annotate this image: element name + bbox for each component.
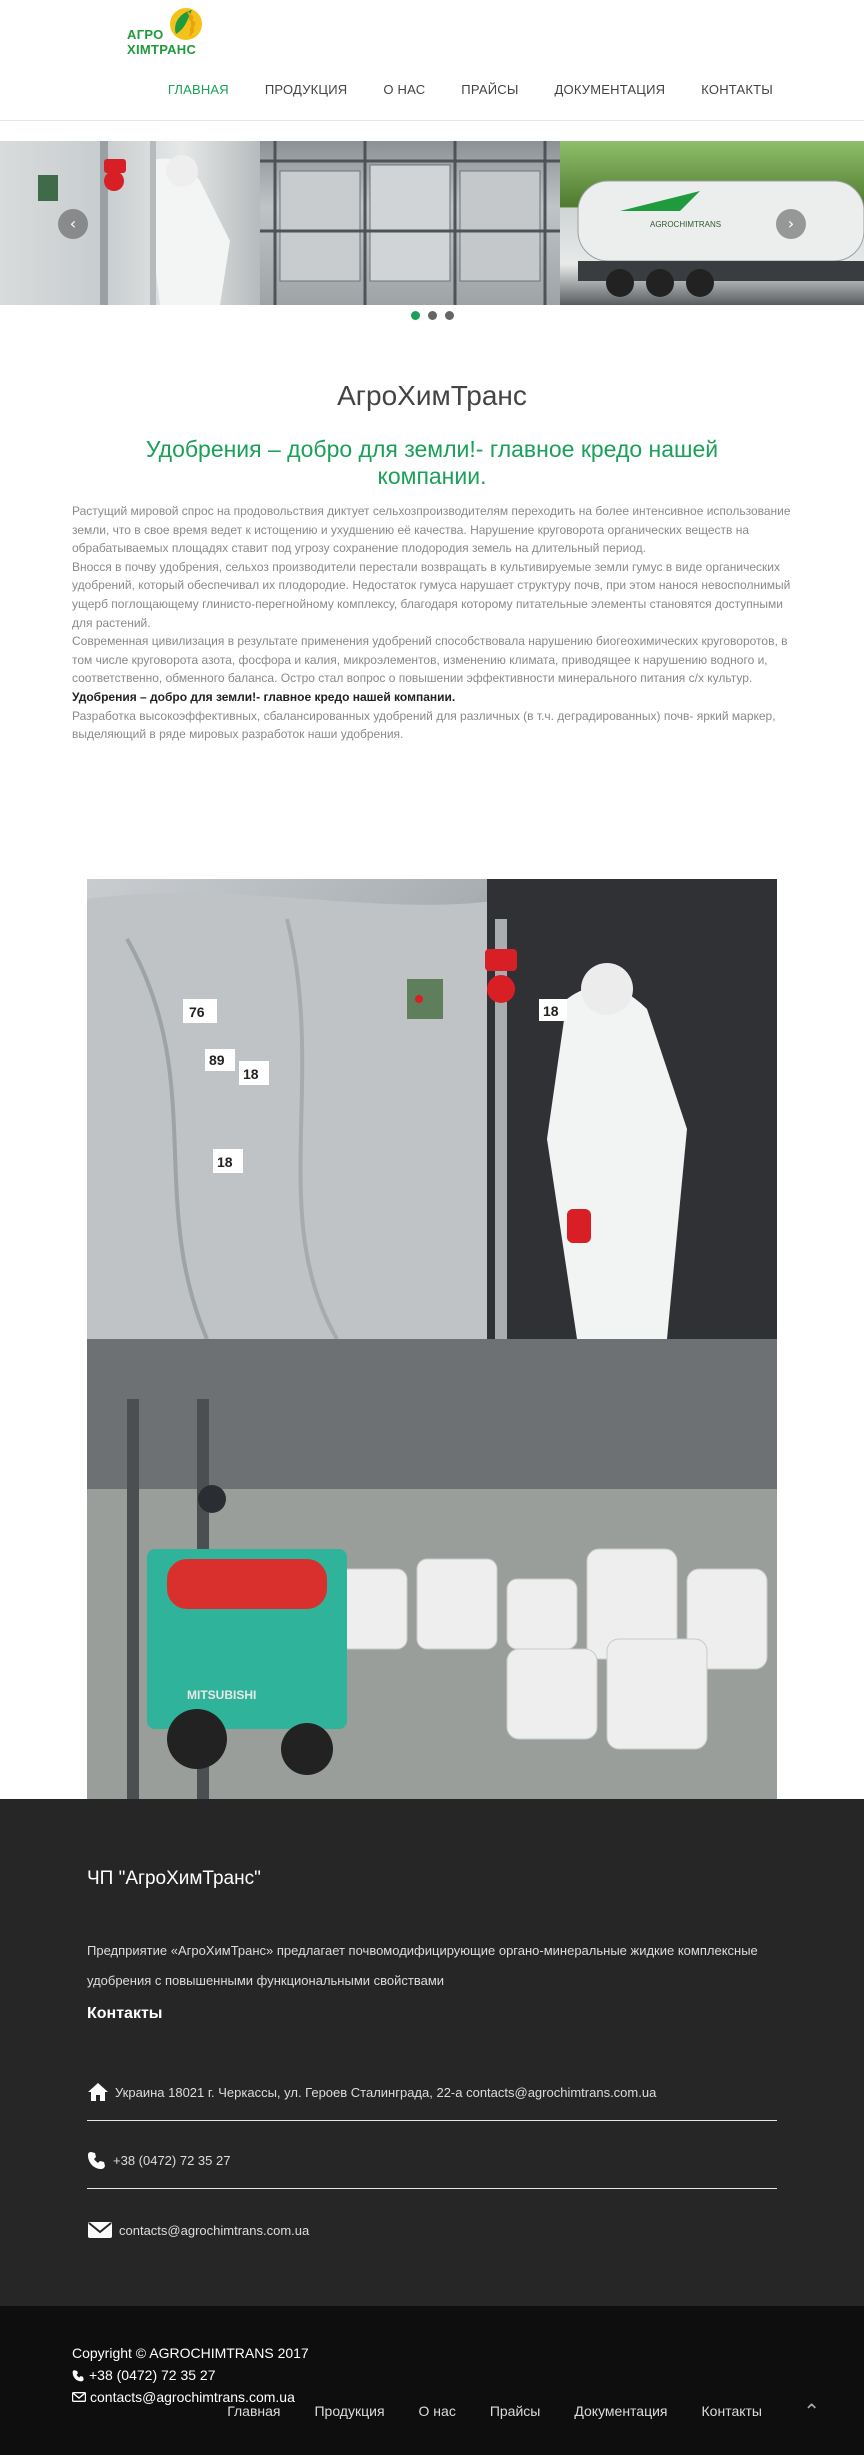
footer-phone[interactable]: +38 (0472) 72 35 27 bbox=[113, 2153, 230, 2168]
tanks-illustration bbox=[260, 141, 560, 305]
worker-illustration bbox=[38, 141, 230, 305]
phone-icon bbox=[72, 2369, 84, 2381]
footer-contacts-title: Контакты bbox=[87, 2005, 163, 2022]
slide-image-tanks bbox=[260, 141, 560, 305]
svg-text:18: 18 bbox=[243, 1066, 259, 1082]
footer-phone-row: +38 (0472) 72 35 27 bbox=[87, 2150, 777, 2189]
bottom-nav: Главная Продукция О нас Прайсы Документа… bbox=[193, 2403, 762, 2419]
nav-item-contacts[interactable]: Контакты bbox=[701, 82, 773, 97]
svg-text:18: 18 bbox=[217, 1154, 233, 1170]
nav-item-home[interactable]: Главная bbox=[168, 82, 229, 97]
page-title: АгроХимТранс bbox=[337, 380, 527, 411]
bottom-nav-home[interactable]: Главная bbox=[227, 2403, 280, 2419]
slide-image-worker: ‹ bbox=[0, 141, 260, 305]
worker-photo-illustration: 76 18 89 18 18 bbox=[87, 879, 777, 1339]
wheat-drop-logo-icon bbox=[170, 8, 202, 40]
nav-item-products[interactable]: Продукция bbox=[265, 82, 348, 97]
svg-text:MITSUBISHI: MITSUBISHI bbox=[187, 1688, 256, 1702]
slider-prev-button[interactable]: ‹ bbox=[58, 209, 88, 239]
footer: ЧП "АгроХимТранс" Предприятие «АгроХимТр… bbox=[0, 1799, 864, 2306]
slide-image-tanker: AGROCHIMTRANS › bbox=[560, 141, 864, 305]
svg-text:18: 18 bbox=[543, 1003, 559, 1019]
bottom-nav-prices[interactable]: Прайсы bbox=[490, 2403, 541, 2419]
chevron-up-icon[interactable]: ⌃ bbox=[803, 2399, 820, 2423]
bottom-phone-row: +38 (0472) 72 35 27 bbox=[72, 2364, 309, 2386]
nav-item-documentation[interactable]: Документация bbox=[555, 82, 666, 97]
tanker-illustration: AGROCHIMTRANS bbox=[577, 180, 864, 297]
intro-paragraph-1: Растущий мировой спрос на продовольствия… bbox=[72, 504, 791, 556]
footer-company-name: ЧП "АгроХимТранс" bbox=[87, 1868, 261, 1889]
intro-closing: Разработка высокоэффективных, сбалансиро… bbox=[72, 708, 776, 742]
slider-dots bbox=[0, 311, 864, 320]
photo-warehouse-forklift: MITSUBISHI bbox=[87, 1339, 777, 1799]
footer-email[interactable]: contacts@agrochimtrans.com.ua bbox=[119, 2223, 309, 2238]
svg-text:AGROCHIMTRANS: AGROCHIMTRANS bbox=[650, 220, 721, 229]
warehouse-photo-illustration: MITSUBISHI bbox=[87, 1339, 777, 1799]
bottom-nav-contacts[interactable]: Контакты bbox=[702, 2403, 762, 2419]
bottom-phone[interactable]: +38 (0472) 72 35 27 bbox=[89, 2364, 216, 2386]
home-icon bbox=[88, 2083, 108, 2101]
nav-item-about[interactable]: О нас bbox=[383, 82, 425, 97]
intro-section: АгроХимТранс Удобрения – добро для земли… bbox=[72, 380, 792, 744]
bottom-nav-products[interactable]: Продукция bbox=[314, 2403, 384, 2419]
svg-text:89: 89 bbox=[209, 1052, 225, 1068]
copyright: Copyright © AGROCHIMTRANS 2017 bbox=[72, 2345, 309, 2361]
main-nav: Главная Продукция О нас Прайсы Документа… bbox=[132, 82, 773, 97]
hero-slider: ‹ AGROCHIMTRANS › bbox=[0, 141, 864, 305]
nav-item-prices[interactable]: Прайсы bbox=[461, 82, 518, 97]
intro-paragraph-3: Современная цивилизация в результате при… bbox=[72, 634, 788, 686]
site-header: АГРО ХІМТРАНС Главная Продукция О нас Пр… bbox=[0, 0, 864, 121]
intro-paragraph-2: Вносся в почву удобрения, сельхоз произв… bbox=[72, 559, 791, 630]
footer-address: Украина 18021 г. Черкассы, ул. Героев Ст… bbox=[115, 2084, 657, 2100]
footer-address-row: Украина 18021 г. Черкассы, ул. Героев Ст… bbox=[87, 2082, 777, 2121]
intro-body: Растущий мировой спрос на продовольствия… bbox=[72, 502, 792, 744]
footer-description: Предприятие «АгроХимТранс» предлагает по… bbox=[87, 1943, 758, 1988]
slider-dot-1[interactable] bbox=[410, 311, 420, 320]
bottom-nav-about[interactable]: О нас bbox=[419, 2403, 456, 2419]
envelope-icon bbox=[88, 2222, 112, 2238]
logo[interactable]: АГРО ХІМТРАНС bbox=[127, 4, 207, 64]
slider-dot-3[interactable] bbox=[444, 311, 454, 320]
bottom-nav-documentation[interactable]: Документация bbox=[574, 2403, 667, 2419]
slogan-heading: Удобрения – добро для земли!- главное кр… bbox=[145, 436, 719, 489]
envelope-icon bbox=[72, 2392, 86, 2402]
svg-text:76: 76 bbox=[189, 1004, 205, 1020]
footer-email-row: contacts@agrochimtrans.com.ua bbox=[87, 2220, 777, 2258]
slider-dot-2[interactable] bbox=[427, 311, 437, 320]
bottom-bar: Copyright © AGROCHIMTRANS 2017 +38 (0472… bbox=[0, 2306, 864, 2455]
slider-next-button[interactable]: › bbox=[776, 209, 806, 239]
bottom-info: Copyright © AGROCHIMTRANS 2017 +38 (0472… bbox=[72, 2342, 309, 2408]
phone-icon bbox=[88, 2152, 105, 2169]
intro-bold-line: Удобрения – добро для земли!- главное кр… bbox=[72, 689, 456, 704]
photo-worker-tanks: 76 18 89 18 18 bbox=[87, 879, 777, 1339]
